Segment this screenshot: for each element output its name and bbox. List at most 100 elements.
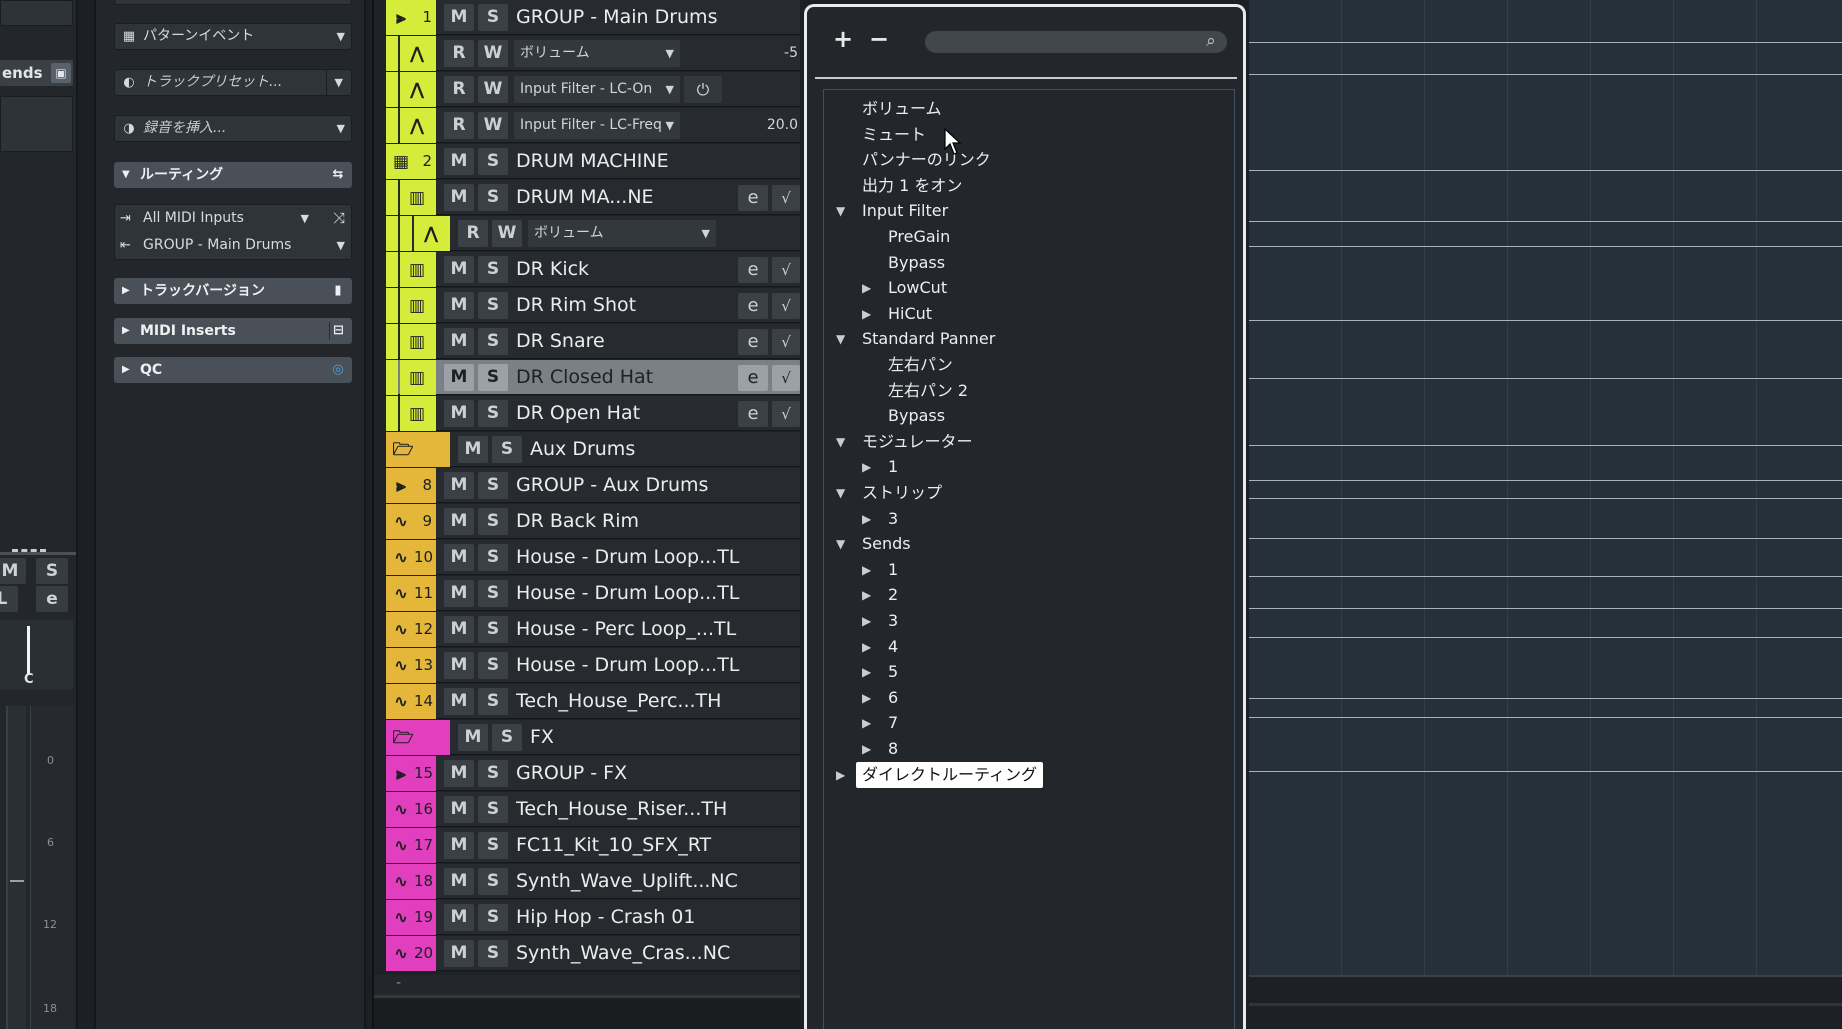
solo-button[interactable]: S	[478, 652, 508, 679]
tree-node[interactable]: ▶ 4	[824, 634, 1224, 660]
mute-button[interactable]: M	[444, 184, 474, 211]
tree-node[interactable]: ▼ ストリップ	[824, 480, 1224, 506]
mute-button[interactable]: M	[458, 436, 488, 463]
solo-button[interactable]: S	[478, 580, 508, 607]
arrange-area[interactable]	[1249, 0, 1842, 1029]
mute-button[interactable]: M	[444, 796, 474, 823]
collapsed-arrow-icon[interactable]: ▶	[862, 710, 871, 736]
mute-button[interactable]: M	[444, 616, 474, 643]
track-row[interactable]: ▦ 2 M S DRUM MACHINE	[386, 144, 800, 179]
horizontal-scrollbar[interactable]	[374, 995, 800, 1029]
track-row[interactable]: ∿ 11 M S House - Drum Loop...TL	[386, 576, 800, 611]
solo-button[interactable]: S	[478, 796, 508, 823]
mute-button[interactable]: M	[444, 544, 474, 571]
write-button[interactable]: W	[492, 220, 522, 247]
tree-node[interactable]: ▶ 7	[824, 710, 1224, 736]
edit-button[interactable]: e	[738, 185, 768, 211]
tree-node[interactable]: ▶ 1	[824, 557, 1224, 583]
collapsed-arrow-icon[interactable]: ▶	[862, 557, 871, 583]
automation-lane-row[interactable]: ⋀ R W Input Filter - LC-On ▼ ⏻	[386, 72, 800, 107]
solo-button[interactable]: S	[478, 760, 508, 787]
track-row[interactable]: ∿ 20 M S Synth_Wave_Cras...NC	[386, 936, 800, 971]
automation-parameter-selector[interactable]: ボリューム ▼	[514, 40, 680, 67]
track-name[interactable]: Synth_Wave_Uplift...NC	[516, 864, 796, 899]
solo-button[interactable]: S	[478, 364, 508, 391]
track-name[interactable]: DR Rim Shot	[516, 288, 696, 323]
qc-icon[interactable]: ◎	[329, 361, 347, 379]
track-name[interactable]: DR Closed Hat	[516, 360, 696, 395]
track-name[interactable]: Tech_House_Riser...TH	[516, 792, 796, 827]
track-name[interactable]: DR Kick	[516, 252, 696, 287]
strip-solo-button[interactable]: S	[36, 558, 68, 584]
collapsed-arrow-icon[interactable]: ▶	[862, 275, 871, 301]
edit-button[interactable]: e	[738, 257, 768, 283]
track-version-section-header[interactable]: ▶ トラックバージョン ▮	[114, 278, 352, 304]
tree-node[interactable]: ▼ モジュレーター	[824, 429, 1224, 455]
track-name[interactable]: Hip Hop - Crash 01	[516, 900, 796, 935]
track-row[interactable]: ∿ 14 M S Tech_House_Perc...TH	[386, 684, 800, 719]
edit-button[interactable]: e	[738, 293, 768, 319]
read-button[interactable]: R	[444, 112, 474, 139]
track-row[interactable]: ∿ 9 M S DR Back Rim	[386, 504, 800, 539]
mute-button[interactable]: M	[444, 868, 474, 895]
edit-button[interactable]: e	[738, 329, 768, 355]
tree-node[interactable]: ▶ LowCut	[824, 275, 1224, 301]
collapsed-arrow-icon[interactable]: ▶	[836, 762, 845, 788]
track-row[interactable]: ∿ 10 M S House - Drum Loop...TL	[386, 540, 800, 575]
mute-button[interactable]: M	[444, 400, 474, 427]
tree-node[interactable]: ▶ 1	[824, 454, 1224, 480]
track-row[interactable]: ∿ 16 M S Tech_House_Riser...TH	[386, 792, 800, 827]
remove-button[interactable]: −	[869, 25, 889, 53]
collapsed-arrow-icon[interactable]: ▶	[862, 608, 871, 634]
track-name[interactable]: DR Open Hat	[516, 396, 696, 431]
monitor-button[interactable]: √	[772, 329, 800, 355]
automation-parameter-selector[interactable]: Input Filter - LC-On ▼	[514, 76, 680, 103]
track-row[interactable]: ∿ 13 M S House - Drum Loop...TL	[386, 648, 800, 683]
mute-button[interactable]: M	[444, 688, 474, 715]
solo-button[interactable]: S	[478, 688, 508, 715]
tree-node[interactable]: Bypass	[824, 403, 1224, 429]
track-name[interactable]: Tech_House_Perc...TH	[516, 684, 796, 719]
mute-button[interactable]: M	[444, 652, 474, 679]
automation-lane-row[interactable]: ⋀ R W ボリューム ▼ -5	[386, 36, 800, 71]
track-name[interactable]: GROUP - Main Drums	[516, 0, 796, 35]
solo-button[interactable]: S	[478, 832, 508, 859]
solo-button[interactable]: S	[492, 724, 522, 751]
automation-value[interactable]: 20.0	[686, 112, 798, 139]
insert-recording-selector[interactable]: ◑ 録音を挿入... ▼	[114, 115, 352, 142]
tree-node[interactable]: ミュート	[824, 122, 1224, 148]
tree-node[interactable]: ▶ 6	[824, 685, 1224, 711]
track-name[interactable]: House - Drum Loop...TL	[516, 540, 796, 575]
track-row[interactable]: ▥ M S DR Snare e √	[386, 324, 800, 359]
track-row[interactable]: ⫸ 8 M S GROUP - Aux Drums	[386, 468, 800, 503]
read-button[interactable]: R	[444, 40, 474, 67]
track-name[interactable]: House - Drum Loop...TL	[516, 648, 796, 683]
track-name[interactable]: DRUM MA...NE	[516, 180, 696, 215]
track-row[interactable]: ∿ 17 M S FC11_Kit_10_SFX_RT	[386, 828, 800, 863]
mute-button[interactable]: M	[444, 832, 474, 859]
automation-lane-row[interactable]: ⋀ R W ボリューム ▼	[386, 216, 800, 251]
expanded-arrow-icon[interactable]: ▼	[836, 480, 845, 506]
write-button[interactable]: W	[478, 76, 508, 103]
track-row[interactable]: ⫸ 1 M S GROUP - Main Drums	[386, 0, 800, 35]
tree-node[interactable]: PreGain	[824, 224, 1224, 250]
collapsed-arrow-icon[interactable]: ▶	[862, 454, 871, 480]
monitor-button[interactable]: √	[772, 401, 800, 427]
folder-name[interactable]: FX	[530, 720, 790, 755]
track-row[interactable]: ⫸ 15 M S GROUP - FX	[386, 756, 800, 791]
track-row[interactable]: ▥ M S DR Rim Shot e √	[386, 288, 800, 323]
track-row[interactable]: ∿ 19 M S Hip Hop - Crash 01	[386, 900, 800, 935]
search-input[interactable]	[925, 31, 1227, 53]
midi-input-selector[interactable]: ⇥ All MIDI Inputs ▼ ⤨	[115, 205, 351, 232]
channel-fader[interactable]	[6, 706, 26, 1029]
expanded-arrow-icon[interactable]: ▼	[836, 198, 845, 224]
track-name[interactable]: GROUP - FX	[516, 756, 796, 791]
track-name[interactable]: DRUM MACHINE	[516, 144, 796, 179]
mute-button[interactable]: M	[444, 940, 474, 967]
track-name[interactable]: DR Back Rim	[516, 504, 796, 539]
track-name[interactable]: Synth_Wave_Cras...NC	[516, 936, 796, 971]
track-row[interactable]: ▥ M S DRUM MA...NE e √	[386, 180, 800, 215]
automation-value[interactable]: -5	[686, 40, 798, 67]
solo-button[interactable]: S	[478, 292, 508, 319]
mute-button[interactable]: M	[458, 724, 488, 751]
